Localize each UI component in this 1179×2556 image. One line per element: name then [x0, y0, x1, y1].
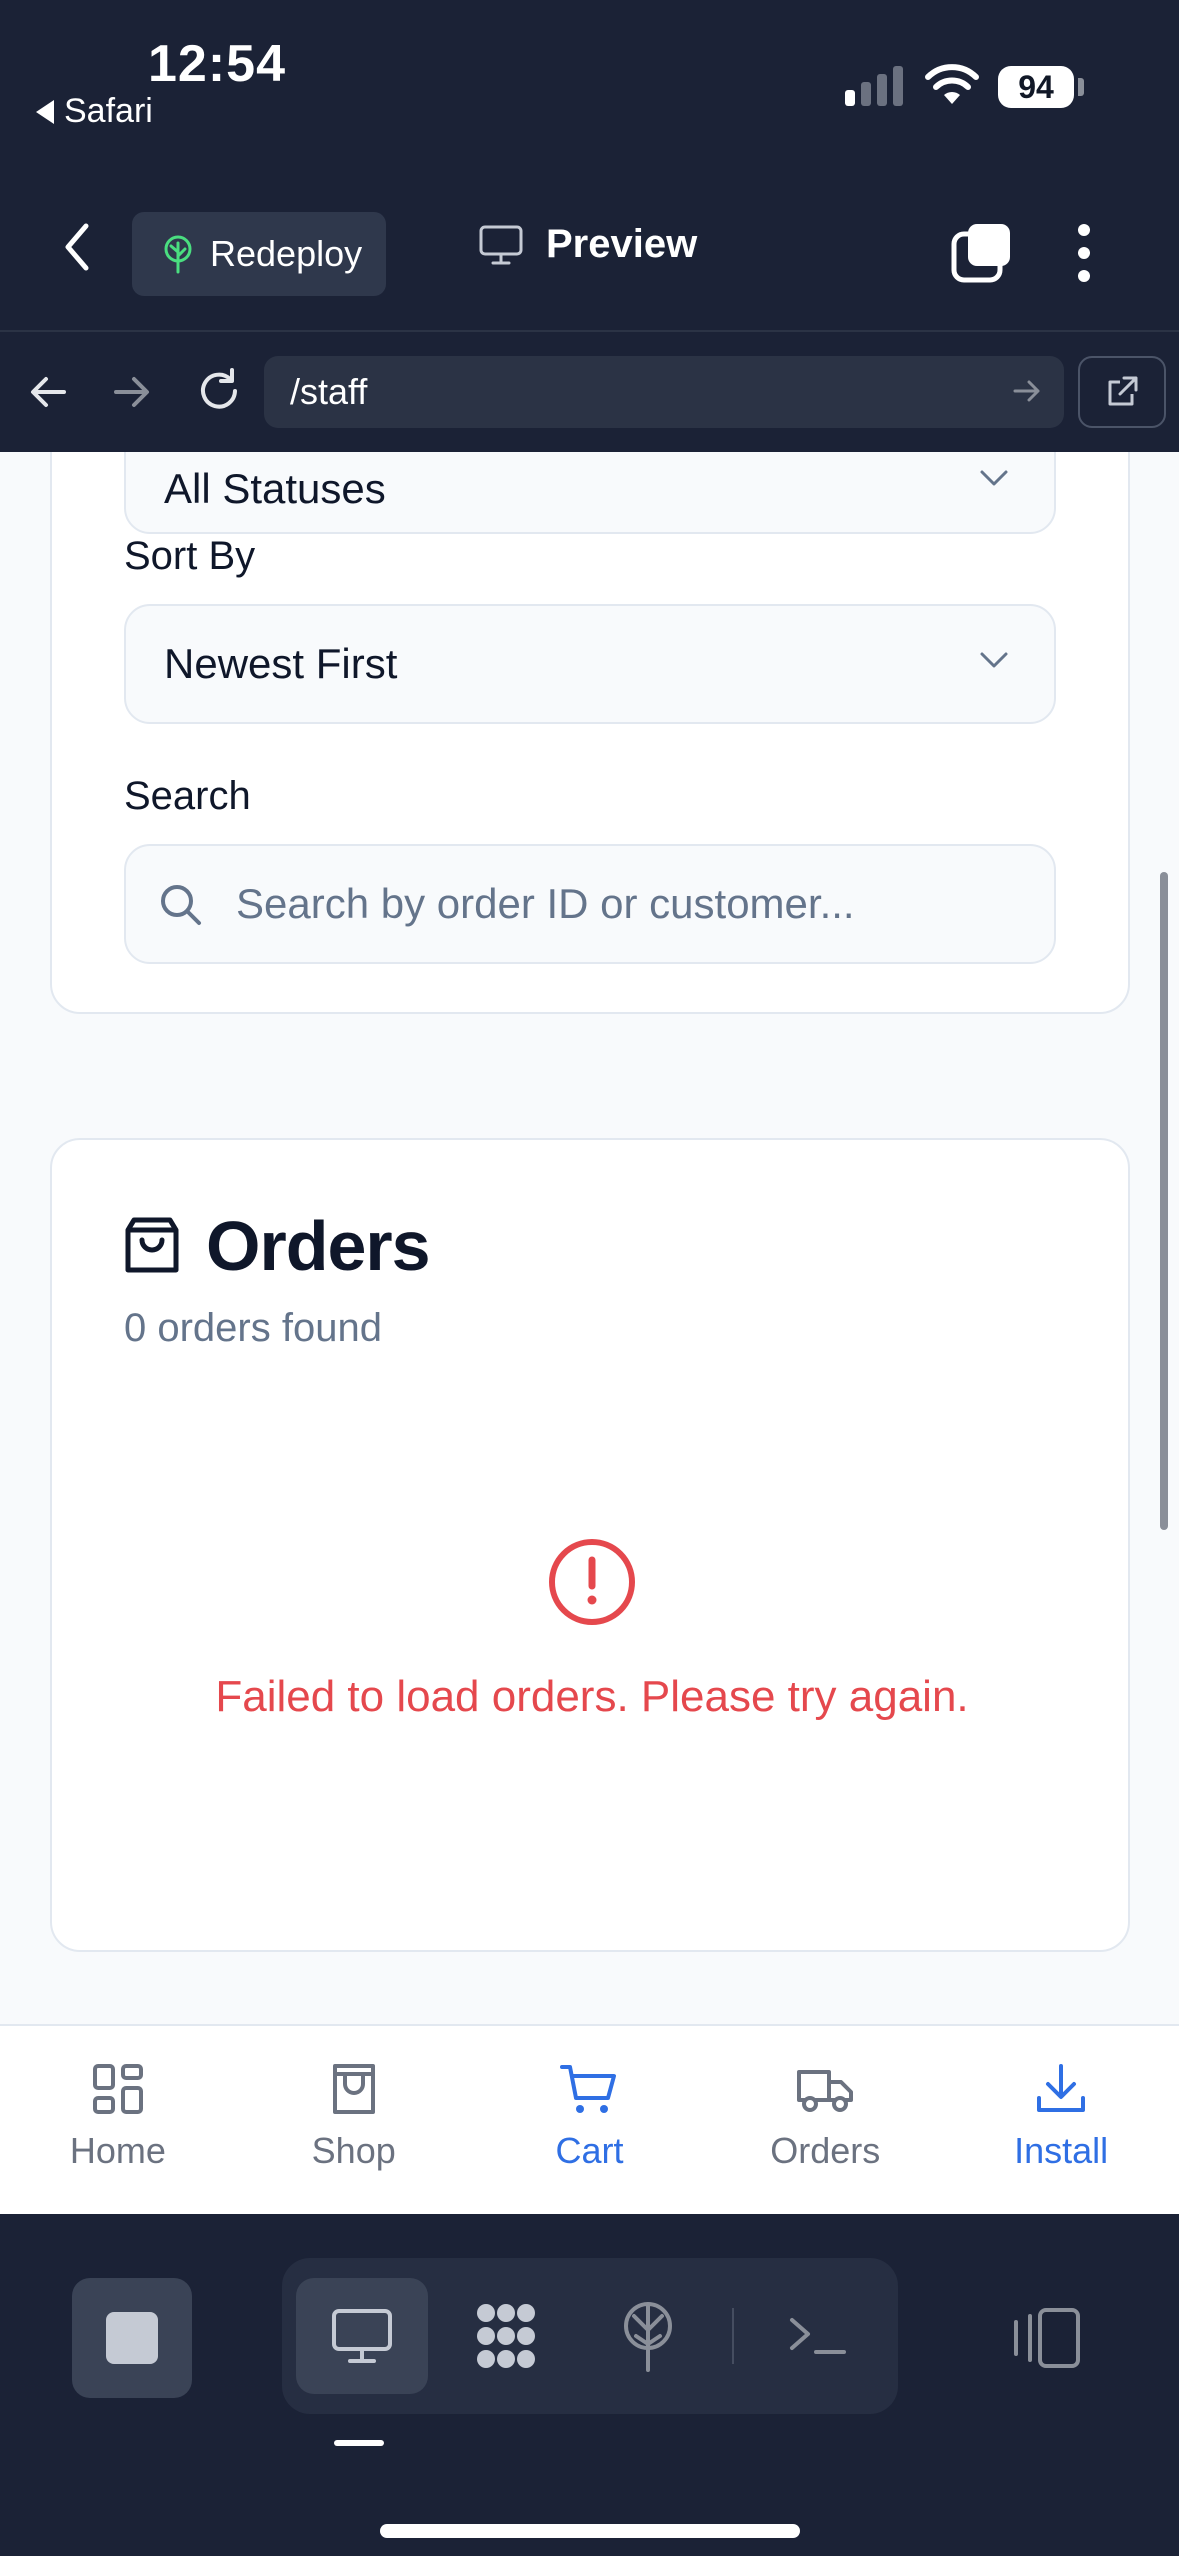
cart-icon: [560, 2065, 617, 2113]
dock-preview-button[interactable]: [296, 2278, 428, 2394]
nav-orders[interactable]: Orders: [707, 2026, 943, 2214]
deploy-icon: [624, 2302, 672, 2372]
tabs-icon[interactable]: [950, 222, 1014, 284]
nav-shop[interactable]: Shop: [236, 2026, 472, 2214]
tree-icon: [164, 235, 192, 274]
back-app-label: Safari: [64, 92, 153, 130]
sort-by-value: Newest First: [164, 640, 398, 687]
dock-deploy-button[interactable]: [582, 2278, 714, 2394]
nav-home-label: Home: [69, 2130, 166, 2171]
chevron-down-icon: [980, 652, 1008, 668]
orders-header: Orders: [124, 1206, 431, 1286]
preview-label: Preview: [546, 222, 698, 266]
download-icon: [1037, 2064, 1086, 2112]
shopping-bag-icon: [125, 1217, 179, 1273]
terminal-icon: [790, 2318, 846, 2354]
cellular-signal-icon: [845, 64, 903, 106]
nav-orders-label: Orders: [770, 2130, 881, 2171]
nav-cart-label: Cart: [555, 2130, 624, 2171]
redeploy-button[interactable]: Redeploy: [132, 212, 386, 296]
orders-count: 0 orders found: [124, 1306, 382, 1350]
search-placeholder: Search by order ID or customer...: [236, 880, 855, 927]
arrow-right-icon[interactable]: [112, 372, 152, 412]
battery-indicator: 94: [998, 66, 1074, 108]
workspace-dock: [0, 2214, 1179, 2556]
stop-icon: [106, 2312, 158, 2364]
sort-by-select[interactable]: Newest First: [124, 604, 1056, 724]
wifi-icon: [925, 64, 979, 104]
dock-tool-group: [282, 2258, 898, 2414]
dock-shell-button[interactable]: [752, 2278, 884, 2394]
url-input[interactable]: /staff: [264, 356, 1064, 428]
shop-bag-icon: [332, 2064, 375, 2114]
orders-card: Orders 0 orders found Failed to load ord…: [50, 1138, 1130, 1952]
battery-tip: [1078, 78, 1084, 96]
preview-tab[interactable]: Preview: [478, 222, 697, 267]
monitor-icon: [332, 2309, 392, 2363]
active-tab-indicator: [334, 2440, 384, 2446]
status-filter-select[interactable]: All Statuses: [124, 452, 1056, 534]
external-link-icon: [1108, 376, 1138, 406]
nav-home[interactable]: Home: [0, 2026, 236, 2214]
more-options-icon[interactable]: [1078, 224, 1090, 282]
alert-circle-icon: [549, 1539, 635, 1625]
chevron-down-icon: [980, 470, 1008, 486]
panels-icon[interactable]: [1010, 2306, 1082, 2370]
redeploy-label: Redeploy: [210, 233, 363, 274]
filters-card: All Statuses Sort By Newest First Search…: [50, 452, 1130, 1014]
go-arrow-icon[interactable]: [1012, 376, 1042, 406]
search-icon: [161, 885, 201, 925]
url-text: /staff: [290, 371, 368, 412]
home-indicator: [380, 2524, 800, 2538]
orders-title: Orders: [206, 1207, 431, 1285]
nav-install[interactable]: Install: [943, 2026, 1179, 2214]
dock-separator: [732, 2308, 734, 2364]
status-time: 12:54: [148, 35, 286, 93]
page-content: All Statuses Sort By Newest First Search…: [0, 452, 1179, 2024]
error-message: Failed to load orders. Please try again.: [215, 1672, 969, 1721]
nav-install-label: Install: [1014, 2130, 1109, 2171]
arrow-left-icon[interactable]: [28, 372, 68, 412]
scrollbar[interactable]: [1160, 872, 1168, 1530]
open-external-button[interactable]: [1078, 356, 1166, 428]
bottom-nav: Home Shop Cart Orders Install: [0, 2024, 1179, 2214]
search-label: Search: [124, 774, 251, 818]
back-to-safari[interactable]: Safari: [36, 92, 153, 131]
truck-icon: [797, 2070, 854, 2112]
search-input[interactable]: Search by order ID or customer...: [124, 844, 1056, 964]
monitor-icon: [479, 225, 523, 264]
agent-icon: [477, 2304, 535, 2368]
stop-button[interactable]: [72, 2278, 192, 2398]
status-filter-value: All Statuses: [164, 465, 386, 512]
sort-by-label: Sort By: [124, 534, 256, 578]
nav-cart[interactable]: Cart: [472, 2026, 708, 2214]
reload-icon[interactable]: [194, 366, 244, 416]
nav-shop-label: Shop: [311, 2130, 396, 2171]
grid-icon: [92, 2064, 143, 2114]
back-triangle-icon: [36, 99, 54, 124]
chevron-left-icon[interactable]: [62, 222, 92, 272]
dock-agent-button[interactable]: [440, 2278, 572, 2394]
